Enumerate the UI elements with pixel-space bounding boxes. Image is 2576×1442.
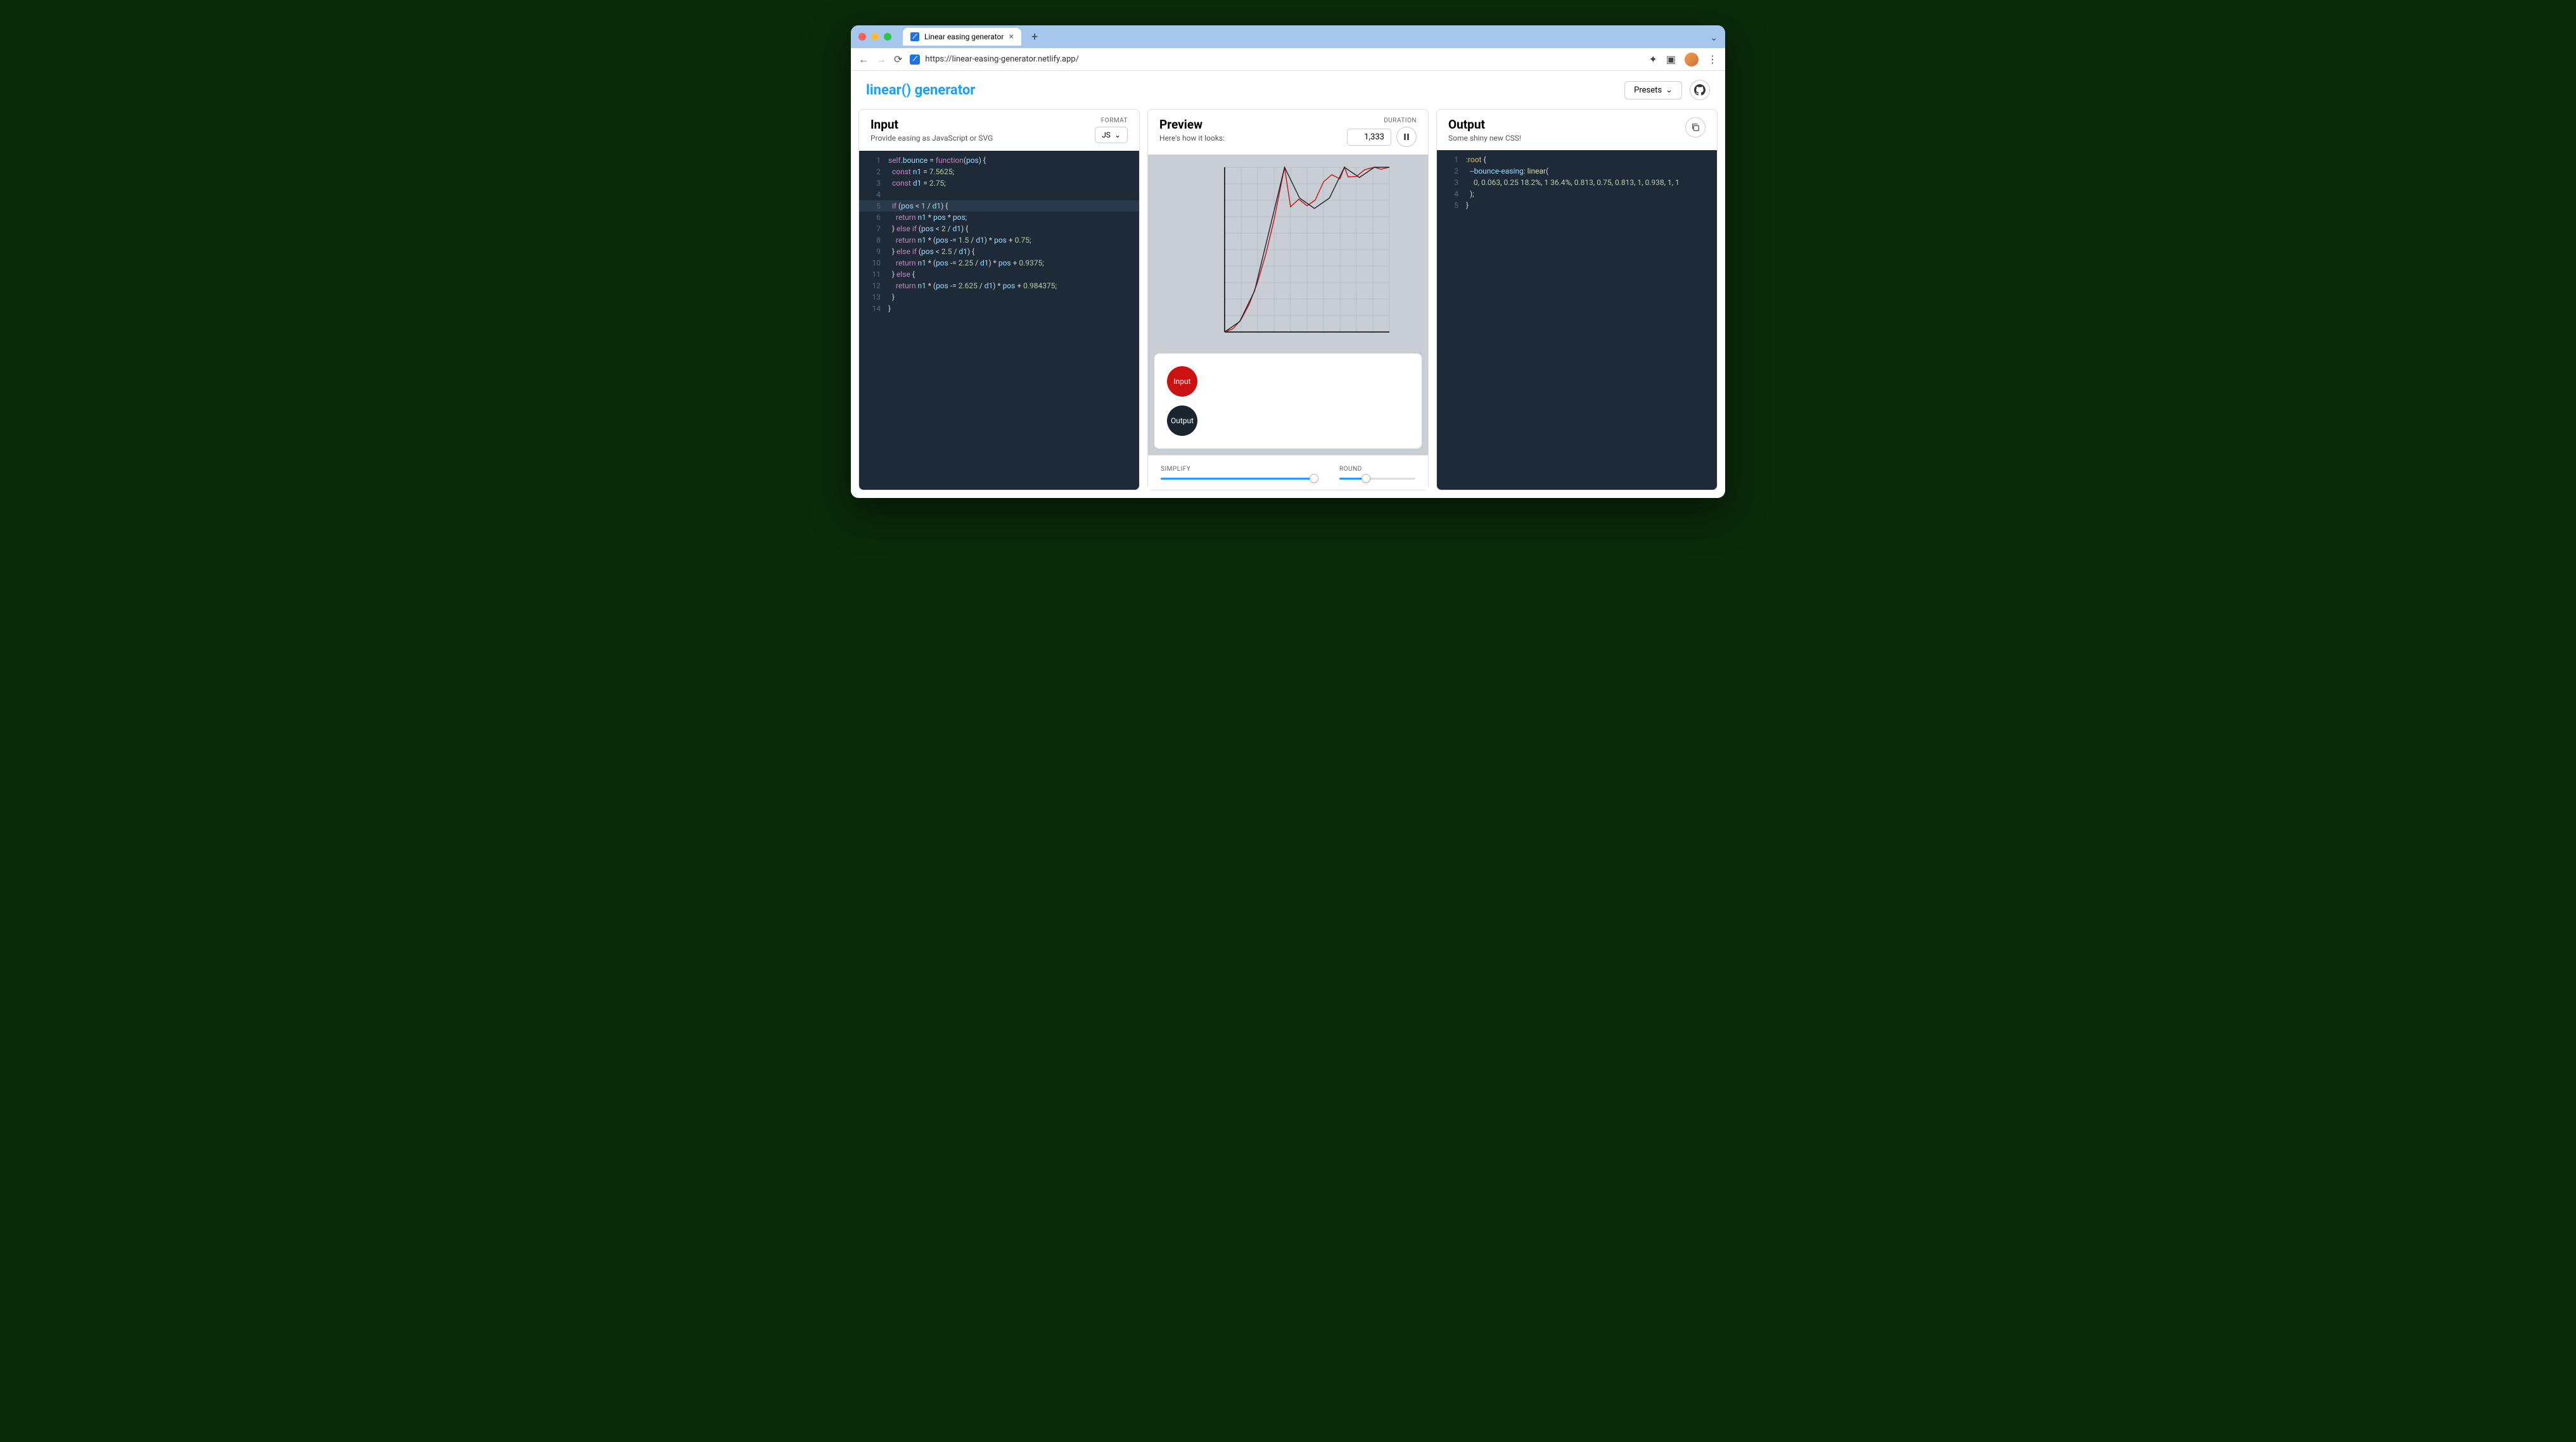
browser-toolbar: ← → ⟳ ⟋ https://linear-easing-generator.… — [851, 48, 1725, 71]
traffic-lights — [858, 33, 891, 41]
extensions-icon[interactable]: ✦ — [1648, 53, 1657, 65]
input-panel: Input Provide easing as JavaScript or SV… — [858, 109, 1140, 490]
app-header: linear() generator Presets ⌄ — [851, 71, 1725, 109]
chevron-down-icon[interactable]: ⌄ — [1710, 33, 1718, 43]
chevron-down-icon: ⌄ — [1666, 86, 1673, 95]
round-label: ROUND — [1339, 466, 1415, 473]
sliders-row: SIMPLIFY ROUND — [1148, 456, 1428, 490]
github-icon — [1694, 84, 1706, 96]
output-ball-label: Output — [1171, 416, 1194, 425]
preview-title: Preview — [1159, 117, 1225, 132]
animation-demo: Input Output — [1154, 354, 1422, 449]
copy-icon — [1691, 123, 1700, 132]
output-code-area[interactable]: 1:root {2 --bounce-easing: linear(3 0, 0… — [1437, 150, 1717, 490]
preview-subtitle: Here's how it looks: — [1159, 134, 1225, 143]
forward-button[interactable]: → — [876, 53, 886, 66]
input-title: Input — [870, 117, 993, 132]
graph-svg — [1174, 161, 1402, 345]
address-bar[interactable]: ⟋ https://linear-easing-generator.netlif… — [910, 54, 1641, 65]
round-slider-group: ROUND — [1339, 466, 1415, 480]
tab-favicon-icon: ⟋ — [910, 32, 919, 41]
preview-panel-header: Preview Here's how it looks: DURATION — [1148, 110, 1428, 155]
close-tab-button[interactable]: × — [1009, 32, 1013, 42]
url-text: https://linear-easing-generator.netlify.… — [925, 54, 1079, 64]
simplify-label: SIMPLIFY — [1161, 466, 1314, 473]
format-label: FORMAT — [1101, 117, 1128, 124]
easing-graph — [1154, 161, 1422, 345]
site-favicon-icon: ⟋ — [910, 54, 920, 65]
input-ball: Input — [1167, 366, 1197, 397]
input-ball-label: Input — [1173, 377, 1190, 386]
format-select[interactable]: JS ⌄ — [1095, 127, 1128, 143]
round-slider[interactable] — [1339, 478, 1415, 480]
github-link[interactable] — [1690, 80, 1710, 100]
input-panel-header: Input Provide easing as JavaScript or SV… — [859, 110, 1139, 151]
back-button[interactable]: ← — [858, 53, 869, 66]
output-title: Output — [1448, 117, 1521, 132]
tab-title: Linear easing generator — [924, 32, 1004, 41]
reload-button[interactable]: ⟳ — [894, 53, 902, 65]
output-ball: Output — [1167, 405, 1197, 436]
simplify-thumb[interactable] — [1310, 474, 1318, 483]
main-grid: Input Provide easing as JavaScript or SV… — [851, 109, 1725, 498]
duration-input[interactable] — [1347, 129, 1391, 146]
new-tab-button[interactable]: + — [1031, 30, 1038, 44]
app-logo: linear() generator — [866, 82, 975, 98]
output-subtitle: Some shiny new CSS! — [1448, 134, 1521, 143]
chevron-down-icon: ⌄ — [1114, 131, 1121, 139]
presets-label: Presets — [1634, 86, 1662, 95]
output-panel-header: Output Some shiny new CSS! — [1437, 110, 1717, 150]
preview-panel: Preview Here's how it looks: DURATION — [1147, 109, 1429, 456]
maximize-window-button[interactable] — [884, 33, 891, 41]
output-panel: Output Some shiny new CSS! 1:root {2 --b… — [1436, 109, 1718, 490]
profile-avatar[interactable] — [1685, 53, 1699, 67]
presets-dropdown[interactable]: Presets ⌄ — [1624, 81, 1682, 99]
simplify-slider[interactable] — [1161, 478, 1314, 480]
browser-window: ⟋ Linear easing generator × + ⌄ ← → ⟳ ⟋ … — [851, 25, 1725, 498]
copy-button[interactable] — [1685, 117, 1706, 137]
pause-icon — [1403, 133, 1410, 141]
close-window-button[interactable] — [858, 33, 866, 41]
format-value: JS — [1102, 131, 1111, 139]
browser-tab[interactable]: ⟋ Linear easing generator × — [903, 28, 1021, 46]
input-code-editor[interactable]: 1self.bounce = function(pos) {2 const n1… — [859, 151, 1139, 490]
menu-icon[interactable]: ⋮ — [1707, 53, 1718, 65]
input-subtitle: Provide easing as JavaScript or SVG — [870, 134, 993, 143]
preview-body: Input Output — [1148, 155, 1428, 455]
minimize-window-button[interactable] — [871, 33, 879, 41]
duration-label: DURATION — [1384, 117, 1417, 124]
simplify-slider-group: SIMPLIFY — [1161, 466, 1314, 480]
round-thumb[interactable] — [1361, 474, 1370, 483]
panel-icon[interactable]: ▣ — [1666, 53, 1676, 65]
titlebar: ⟋ Linear easing generator × + ⌄ — [851, 25, 1725, 48]
pause-button[interactable] — [1396, 127, 1417, 147]
